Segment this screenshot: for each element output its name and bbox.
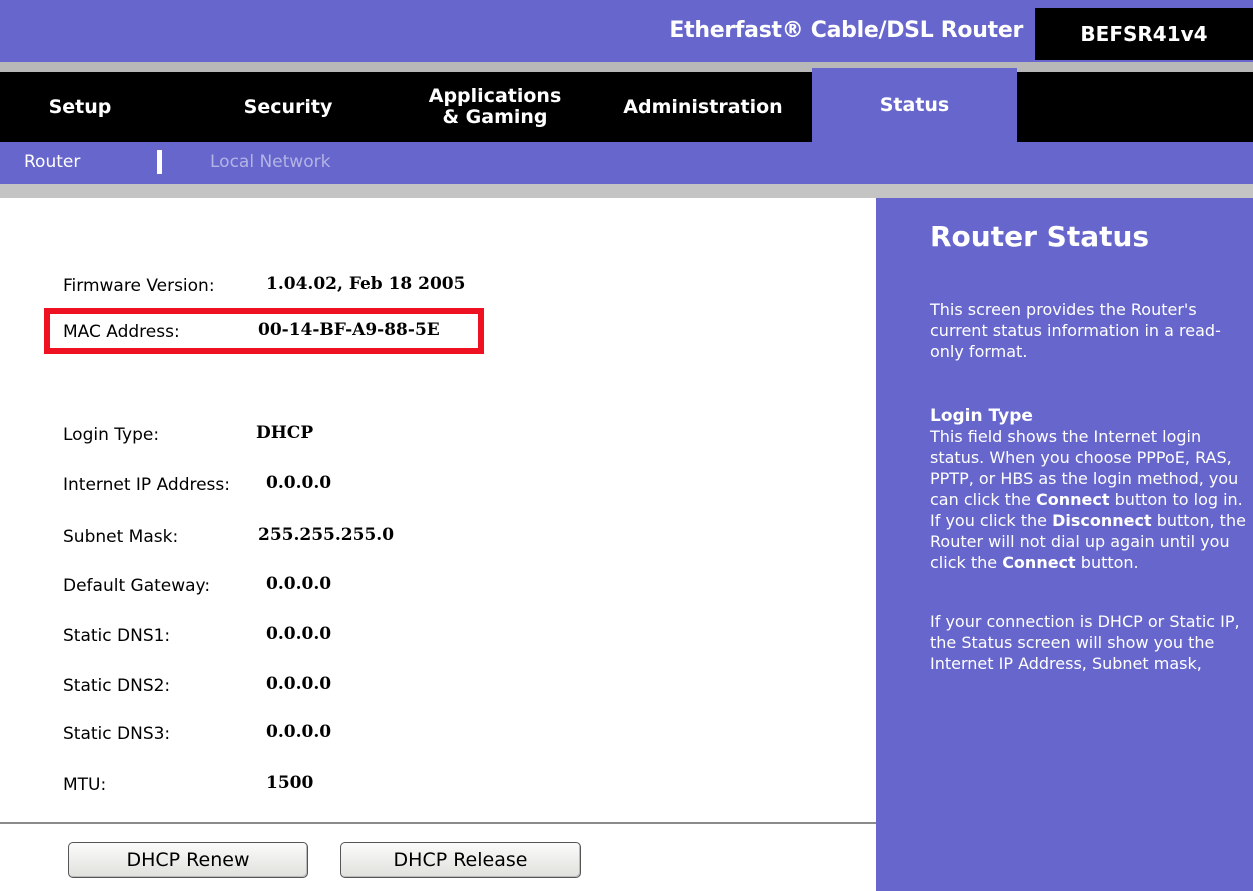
main-nav: Setup Security Applications & Gaming Adm… — [0, 68, 1253, 142]
tab-label: Setup — [48, 95, 112, 118]
subnav-divider — [157, 150, 162, 174]
firmware-value: 1.04.02, Feb 18 2005 — [266, 274, 466, 294]
dhcp-renew-button[interactable]: DHCP Renew — [68, 842, 308, 878]
internet-ip-label: Internet IP Address: — [63, 475, 231, 495]
subnet-row: Subnet Mask: — [63, 527, 178, 547]
header-bar: Etherfast® Cable/DSL Router BEFSR41v4 — [0, 0, 1253, 62]
product-title: Etherfast® Cable/DSL Router — [669, 18, 1023, 43]
internet-ip-row: Internet IP Address: — [63, 475, 230, 495]
mac-value: 00-14-BF-A9-88-5E — [258, 320, 440, 340]
help-title: Router Status — [930, 220, 1150, 253]
tab-administration[interactable]: Administration — [608, 72, 798, 142]
tab-label: Applications & Gaming — [428, 85, 562, 128]
tab-status[interactable]: Status — [812, 68, 1017, 142]
dns2-value: 0.0.0.0 — [266, 674, 332, 694]
dns2-label: Static DNS2: — [63, 676, 171, 696]
gateway-label: Default Gateway: — [63, 576, 211, 596]
subnet-label: Subnet Mask: — [63, 527, 179, 547]
login-type-row: Login Type: — [63, 425, 159, 445]
internet-ip-value: 0.0.0.0 — [266, 473, 332, 493]
dns1-label: Static DNS1: — [63, 626, 171, 646]
subnav-separator — [0, 184, 1253, 198]
help-login-type-heading: Login Type — [930, 406, 1033, 426]
model-badge: BEFSR41v4 — [1035, 8, 1253, 60]
gateway-row: Default Gateway: — [63, 576, 210, 596]
dns2-row: Static DNS2: — [63, 676, 170, 696]
mtu-value: 1500 — [266, 773, 314, 793]
login-type-value: DHCP — [256, 423, 314, 443]
help-disconnect-term: Disconnect — [1052, 511, 1152, 530]
model-label: BEFSR41v4 — [1080, 22, 1208, 46]
mtu-label: MTU: — [63, 775, 107, 795]
help-login-text-4: button. — [1080, 553, 1139, 572]
help-dhcp-text: If your connection is DHCP or Static IP,… — [930, 612, 1240, 673]
login-type-label: Login Type: — [63, 425, 160, 445]
help-intro: This screen provides the Router's curren… — [930, 300, 1221, 361]
dns3-row: Static DNS3: — [63, 724, 170, 744]
subnav-local-network[interactable]: Local Network — [210, 152, 330, 172]
mtu-row: MTU: — [63, 775, 106, 795]
gateway-value: 0.0.0.0 — [266, 574, 332, 594]
subnav-router[interactable]: Router — [24, 152, 80, 172]
dns1-row: Static DNS1: — [63, 626, 170, 646]
help-panel: Router Status This screen provides the R… — [876, 198, 1253, 891]
dns1-value: 0.0.0.0 — [266, 624, 332, 644]
mac-label: MAC Address: — [63, 322, 180, 342]
subnet-value: 255.255.255.0 — [258, 525, 395, 545]
mac-row: MAC Address: — [63, 322, 180, 342]
header-separator — [0, 62, 1253, 72]
dns3-label: Static DNS3: — [63, 724, 171, 744]
sub-nav: Router Local Network — [0, 142, 1253, 184]
help-connect-term: Connect — [1036, 490, 1110, 509]
dhcp-release-button[interactable]: DHCP Release — [340, 842, 581, 878]
tab-setup[interactable]: Setup — [0, 72, 160, 142]
content-divider — [0, 822, 876, 824]
tab-label: Administration — [623, 95, 783, 118]
firmware-row: Firmware Version: — [63, 276, 215, 296]
tab-label: Security — [243, 95, 333, 118]
dns3-value: 0.0.0.0 — [266, 722, 332, 742]
help-connect-term-2: Connect — [1002, 553, 1076, 572]
help-login-type-text: This field shows the Internet login stat… — [930, 426, 1248, 573]
tab-security[interactable]: Security — [208, 72, 368, 142]
firmware-label: Firmware Version: — [63, 276, 215, 296]
tab-applications-gaming[interactable]: Applications & Gaming — [410, 72, 580, 142]
tab-label: Status — [879, 93, 950, 116]
